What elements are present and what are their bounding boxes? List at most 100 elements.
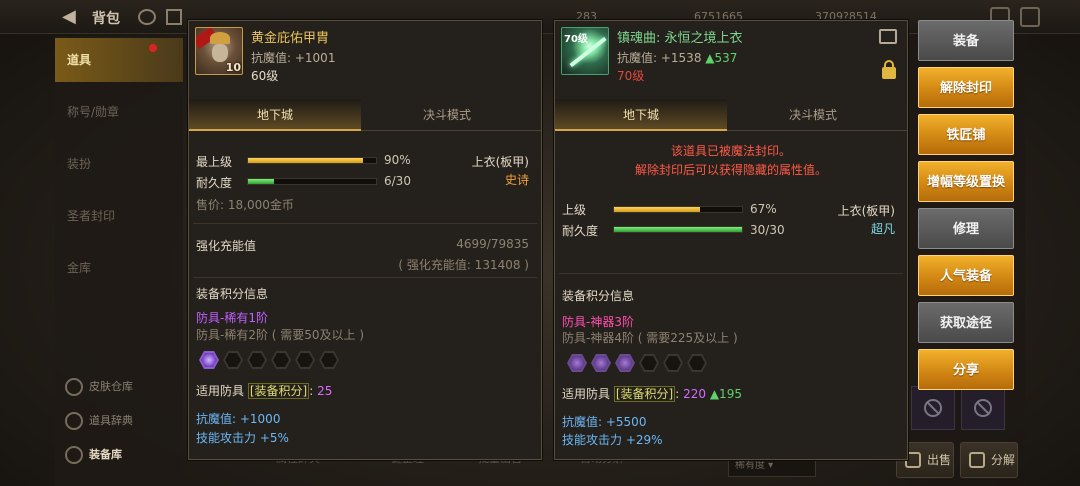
sealed-notice-line2: 解除封印后可以获得隐藏的属性值。 — [634, 163, 827, 177]
durability-bar-fill — [248, 179, 274, 184]
mode-tabs: 地下城 决斗模式 — [189, 99, 541, 131]
durability-label: 耐久度 — [562, 224, 599, 238]
popular-gear-button[interactable]: 人气装备 — [918, 255, 1014, 296]
tab-duel[interactable]: 决斗模式 — [361, 99, 533, 131]
sidebar-item-titles[interactable]: 称号/勋章 — [55, 90, 183, 134]
sidebar-item-equipment-library[interactable]: 装备库 — [65, 440, 183, 470]
score-hex-empty — [319, 351, 339, 369]
reinforce-label: 强化充能值 — [196, 239, 257, 253]
score-hex-empty — [687, 354, 707, 372]
applied-score: 适用防具 [装备积分]: 220 ▲195 — [562, 385, 742, 402]
sidebar-item-seal[interactable]: 圣者封印 — [55, 194, 183, 238]
score-hex-empty — [295, 351, 315, 369]
item-name: 黄金庇佑甲胄 — [251, 31, 330, 46]
score-tag: [装备积分] — [613, 386, 676, 402]
applied-score: 适用防具 [装备积分]: 25 — [196, 382, 332, 399]
disassemble-label: 分解 — [991, 453, 1016, 467]
item-icon-level-tag: 70级 — [564, 34, 588, 45]
score-hexes — [567, 354, 707, 376]
acquisition-button[interactable]: 获取途径 — [918, 302, 1014, 343]
inventory-slot[interactable] — [911, 386, 955, 430]
item-slot: 上衣(板甲) — [837, 204, 895, 218]
filter-icon[interactable] — [166, 9, 182, 25]
notification-dot — [149, 44, 157, 52]
item-tooltip-equipped: 10 黄金庇佑甲胄 抗魔值: +1001 60级 地下城 决斗模式 最上级 90… — [188, 20, 542, 460]
sidebar-item-dictionary[interactable]: 道具辞典 — [65, 406, 183, 436]
sidebar-item-avatar[interactable]: 装扮 — [55, 142, 183, 186]
tier-current: 防具-神器3阶 — [562, 315, 634, 329]
durability-value: 6/30 — [384, 174, 411, 188]
score-hex-filled — [615, 354, 635, 372]
grade-percent: 90% — [384, 153, 411, 167]
durability-bar-fill — [614, 227, 742, 232]
unseal-button[interactable]: 解除封印 — [918, 67, 1014, 108]
tab-dungeon[interactable]: 地下城 — [555, 99, 727, 131]
score-hex-empty — [271, 351, 291, 369]
locked-slot-icon — [924, 399, 942, 417]
score-header: 装备积分信息 — [562, 289, 635, 303]
item-resist-value: 抗魔值: +1538 — [617, 51, 702, 65]
locked-slot-icon — [974, 399, 992, 417]
score-tag: [装备积分] — [247, 383, 310, 399]
sidebar-item-items[interactable]: 道具 — [55, 38, 183, 82]
item-slot: 上衣(板甲) — [471, 155, 529, 169]
sidebar-skin-storage[interactable]: 皮肤仓库 — [65, 372, 183, 402]
equip-button[interactable]: 装备 — [918, 20, 1014, 61]
divider — [193, 223, 537, 224]
helm-crest — [210, 32, 230, 44]
score-hexes — [199, 351, 339, 373]
rarity-label: 史诗 — [504, 173, 529, 187]
skin-storage-icon — [65, 378, 83, 396]
back-arrow-icon[interactable]: ◀ — [62, 6, 88, 28]
item-tooltip-selected: 70级 镇魂曲: 永恒之境上衣 抗魔值: +1538 ▲537 70级 地下城 … — [554, 20, 908, 460]
sell-label: 出售 — [927, 453, 952, 467]
score-hex-empty — [223, 351, 243, 369]
skin-storage-label: 皮肤仓库 — [89, 380, 133, 393]
reinforce-subvalue: ( 强化充能值: 131408 ) — [398, 258, 529, 272]
repair-button[interactable]: 修理 — [918, 208, 1014, 249]
eye-icon[interactable] — [138, 9, 156, 25]
applied-colon: : — [675, 387, 680, 401]
item-icon: 10 — [195, 27, 243, 75]
grade-bar — [247, 157, 377, 164]
score-hex-filled — [591, 354, 611, 372]
equipment-library-label: 装备库 — [89, 448, 122, 461]
helm-face — [212, 44, 228, 62]
score-hex-empty — [663, 354, 683, 372]
lock-icon[interactable] — [882, 60, 896, 79]
item-icon-level: 10 — [225, 61, 241, 74]
tier-next: 防具-神器4阶 ( 需要225及以上 ) — [562, 331, 738, 345]
share-button[interactable]: 分享 — [918, 349, 1014, 390]
grade-bar-fill — [614, 207, 700, 212]
disassemble-button[interactable]: 分解 — [960, 442, 1018, 478]
tab-dungeon[interactable]: 地下城 — [189, 99, 361, 131]
applied-score-value: 25 — [317, 384, 333, 398]
dictionary-label: 道具辞典 — [89, 414, 133, 427]
grade-label: 上级 — [562, 203, 587, 217]
menu-icon[interactable] — [1020, 7, 1040, 27]
grade-label: 最上级 — [196, 155, 233, 169]
applied-colon: : — [309, 384, 314, 398]
reinforce-value: 4699/79835 — [456, 237, 529, 251]
item-icon: 70级 — [561, 27, 609, 75]
applied-score-up: ▲195 — [709, 387, 742, 401]
blacksmith-button[interactable]: 铁匠铺 — [918, 114, 1014, 155]
sidebar-item-vault[interactable]: 金库 — [55, 246, 183, 290]
item-resist: 抗魔值: +1001 — [251, 51, 336, 65]
grade-percent: 67% — [750, 202, 777, 216]
tab-duel[interactable]: 决斗模式 — [727, 99, 899, 131]
bag-sidebar: 道具 称号/勋章 装扮 圣者封印 金库 皮肤仓库 道具辞典 装备库 — [55, 36, 183, 486]
score-header: 装备积分信息 — [196, 287, 269, 301]
stat-resist: 抗魔值: +1000 — [196, 412, 281, 426]
inventory-slot[interactable] — [961, 386, 1005, 430]
share-icon[interactable] — [879, 29, 897, 44]
grade-bar-fill — [248, 158, 364, 163]
score-hex-empty — [639, 354, 659, 372]
stat-skill-attack: 技能攻击力 +5% — [196, 431, 289, 445]
grade-bar — [613, 206, 743, 213]
item-level: 60级 — [251, 69, 279, 83]
stat-resist: 抗魔值: +5500 — [562, 415, 647, 429]
score-hex-filled — [199, 351, 219, 369]
item-resist: 抗魔值: +1538 ▲537 — [617, 49, 737, 66]
amplify-transfer-button[interactable]: 增幅等级置换 — [918, 161, 1014, 202]
